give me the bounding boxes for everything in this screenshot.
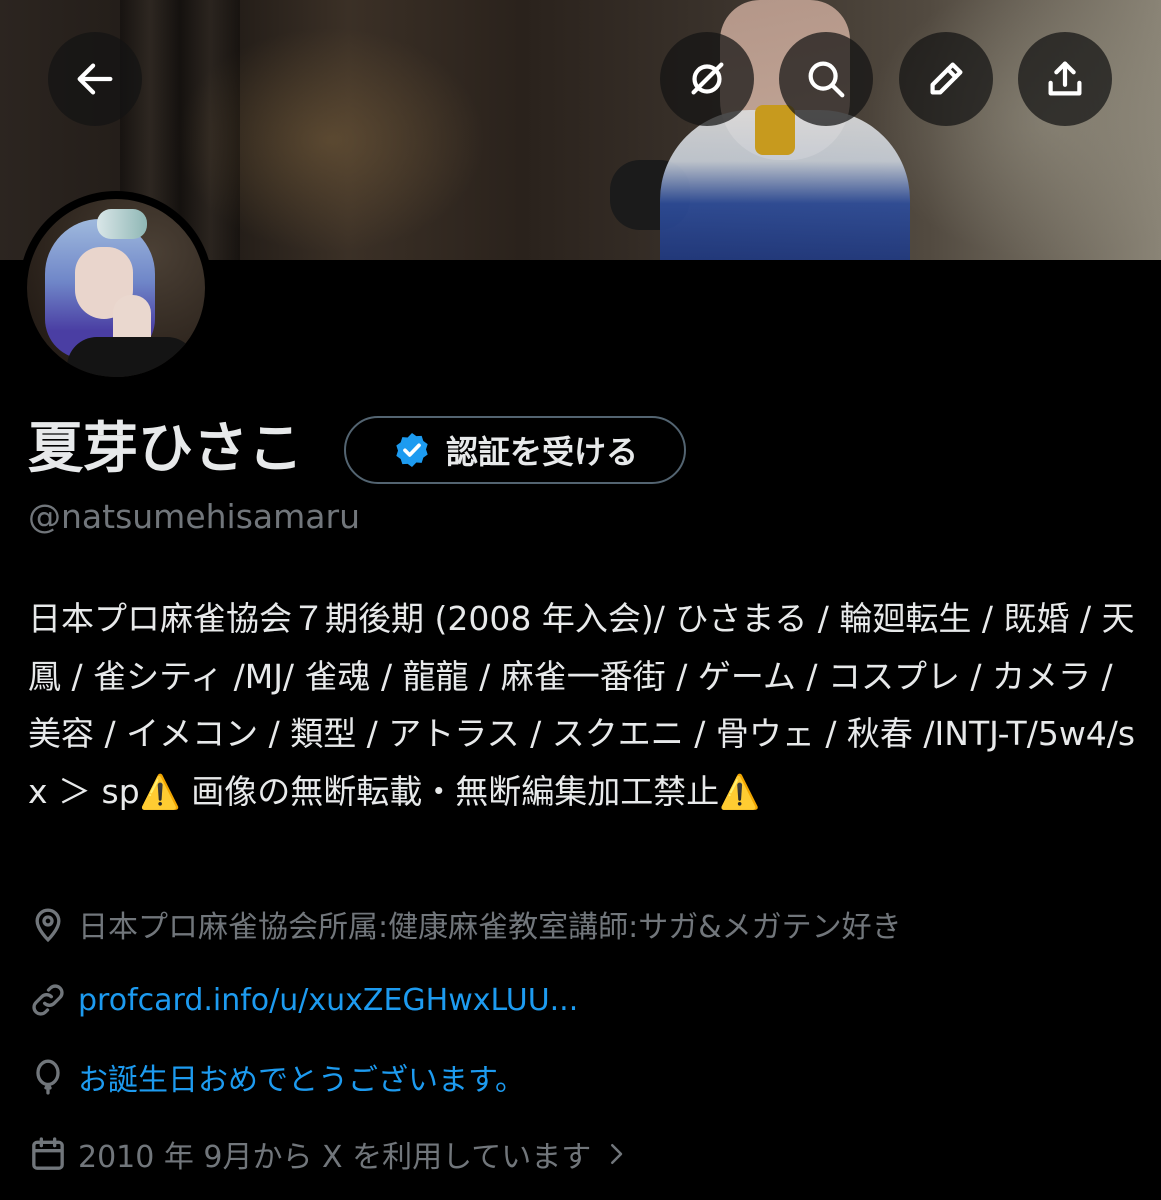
verified-badge-icon (396, 433, 428, 467)
banner-decor (180, 0, 240, 260)
website-link[interactable]: profcard.info/u/xuxZEGHwxLUU... (78, 983, 578, 1018)
user-handle: @natsumehisamaru (28, 497, 360, 536)
get-verified-button[interactable]: 認証を受ける (344, 416, 686, 484)
joined-row[interactable]: 2010 年 9月から X を利用しています (28, 1130, 631, 1178)
edit-button[interactable] (899, 32, 993, 126)
arrow-left-icon (77, 63, 113, 95)
avatar[interactable] (19, 191, 213, 385)
banner-figure-ornament (755, 105, 795, 155)
pencil-icon (930, 62, 963, 95)
display-name: 夏芽ひさこ (28, 416, 304, 480)
location-pin-icon (35, 908, 61, 943)
search-icon (808, 61, 845, 98)
joined-text: 2010 年 9月から X を利用しています (78, 1140, 592, 1175)
share-button[interactable] (1018, 32, 1112, 126)
birthday-row: お誕生日おめでとうございます。 (28, 1053, 525, 1101)
avatar-ornament (97, 209, 147, 239)
location-text: 日本プロ麻雀協会所属:健康麻雀教室講師:サガ&メガテン好き (78, 910, 902, 945)
profile-bio: 日本プロ麻雀協会７期後期 (2008 年入会)/ ひさまる / 輪廻転生 / 既… (28, 599, 1136, 811)
birthday-text: お誕生日おめでとうございます。 (78, 1063, 525, 1098)
share-upload-icon (1048, 61, 1082, 96)
avatar-dress (67, 337, 197, 377)
location-row: 日本プロ麻雀協会所属:健康麻雀教室講師:サガ&メガテン好き (28, 900, 902, 948)
link-icon (32, 984, 64, 1016)
grok-button[interactable] (660, 32, 754, 126)
back-button[interactable] (48, 32, 142, 126)
website-row: profcard.info/u/xuxZEGHwxLUU... (28, 976, 578, 1024)
calendar-icon (32, 1137, 64, 1170)
search-button[interactable] (779, 32, 873, 126)
get-verified-label: 認証を受ける (445, 433, 638, 471)
avatar-image (27, 199, 205, 377)
grok-icon (691, 62, 724, 95)
balloon-icon (36, 1059, 60, 1095)
chevron-right-icon (611, 1144, 623, 1164)
